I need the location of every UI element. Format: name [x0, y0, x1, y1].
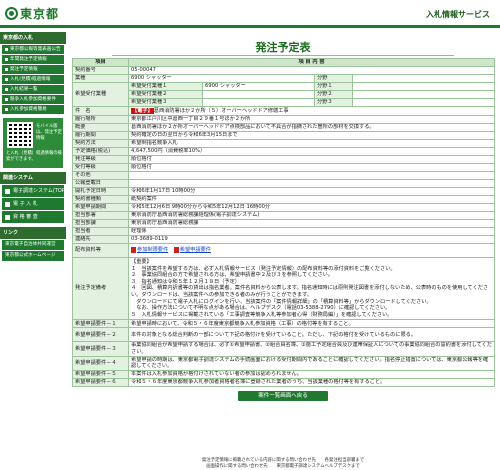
section-value: 東京消防庁葛西消防署総務課 [127, 219, 496, 228]
sidebar-item-order-plan[interactable]: 発注予定情報 [2, 65, 64, 74]
sidebar-item-simple-qualification[interactable]: 入札参加資格簡易 [2, 105, 64, 114]
title-divider [112, 55, 454, 56]
header-content: 項 目 内 容 [127, 58, 496, 67]
place-value: 東京都江戸川区中葛西一丁目２９番１号ほか２か所 [127, 115, 496, 124]
doc-type-value: 紙契約案件 [127, 195, 496, 204]
sidebar-item-qualification[interactable]: 競争入札参加資格要件 [2, 95, 64, 104]
apply-period-value: 令和5年12月6日 9時00分から令和5年12月12日 16時00分 [127, 203, 496, 212]
price-value: 4,647,500円（消費税率10%） [127, 147, 496, 156]
sidebar: 東京都の入札 東京都公報等発表画公告 年間発注予定情報 発注予定情報 入札(見積… [0, 28, 66, 470]
electronic-tag: 【電子】 [131, 107, 154, 115]
contract-number: 05-00047 [127, 66, 496, 75]
period-value: 契約確定の日の翌日から令和6年3月15日まで [127, 131, 496, 140]
req2-value: 本件の対象となる総合判断の一部について下記の格付けを受けていること。ただし、下記… [127, 327, 496, 343]
table-header: 項目 項 目 内 容 [72, 58, 496, 67]
phone-value: 03-3689-0119 [127, 235, 496, 244]
req3-value: 事業協同組合が希望申請する場合は、必ず①希望申請書、②組合員名簿、③施工予定組合… [127, 341, 496, 357]
back-to-list-button[interactable]: 案件一覧画面へ戻る [238, 390, 328, 401]
footer: 発注予定情報に掲載されている内容に関する問い合わせ先 各発注担当部署まで 画面操… [72, 458, 494, 469]
sidebar-item-annual-plan[interactable]: 年間発注予定情報 [2, 55, 64, 64]
req6-value: 令和５・６年度東京都競争入札参加者資格者名簿に登録された業者のうち、当該業種の格… [127, 377, 496, 387]
open-date-value: 令和6年1月17日 10時00分 [127, 187, 496, 196]
issuer-value: 順位格付 [127, 155, 496, 164]
qr-code-icon [7, 122, 33, 148]
mobile-info-box[interactable]: モバイル版は、発注予定情報 と入札（見積）経過情報の検索ができます。 [3, 118, 63, 168]
tokyo-emblem-icon [5, 6, 18, 20]
sidebar-item-bid-progress[interactable]: 入札(見積)経過情報 [2, 75, 64, 84]
sidebar-caption-systems: 関連システム [0, 172, 66, 184]
dept-value: 東京消防庁葛西消防署総務課経理係(電子調達システム) [127, 211, 496, 220]
file-link-restriction[interactable]: 参加制限要件 [131, 246, 172, 253]
arrow-icon [5, 201, 10, 207]
conditions-value: 【重要】 １ 当該案件を希望する方は、必ず入札情報サービス（発注予定情報）の配布… [127, 256, 496, 321]
tokyo-logo[interactable]: 東京都 [5, 5, 59, 21]
bullet-icon [5, 108, 8, 111]
bullet-icon [5, 98, 8, 101]
sidebar-link-tokyo-home[interactable]: 東京都公式ホームページ [2, 251, 64, 261]
page-title: 発注予定表 [255, 41, 311, 54]
logo-text: 東京都 [20, 6, 60, 21]
sidebar-item-public-notice[interactable]: 東京都公報等発表画公告 [2, 45, 64, 54]
mobile-side-text: モバイル版は、発注予定情報 [36, 124, 62, 141]
bullet-icon [5, 78, 8, 81]
sidebar-system-e-procurement[interactable]: 電子調達システム(TOP) [2, 185, 64, 197]
site-header: 東京都 入札情報サービス [0, 0, 500, 26]
sidebar-caption-links: リンク [0, 227, 66, 239]
req5-value: 本案件は入札参加資格が格付けされていない者の参加は認められません。 [127, 369, 496, 379]
sidebar-item-results[interactable]: 入札結果一覧 [2, 85, 64, 94]
jv-value [127, 171, 496, 180]
pdf-icon [173, 246, 179, 253]
bullet-icon [5, 88, 8, 91]
bullet-icon [5, 58, 8, 61]
footer-line-2: 画面操作に関する問い合わせ先 東京都電子調達システムヘルプデスクまで [206, 463, 360, 469]
project-name: 【電子】葛西消防署ほか２か所（５）オーバーヘッドドア修繕工事 [127, 106, 496, 116]
person-value: 経理係 [127, 227, 496, 236]
file-link-application[interactable]: 希望申請要件 [173, 246, 215, 253]
req4-value: 希望申請の時期は、東京都電子調達システムの手続画面における受付期間内であることに… [127, 355, 496, 371]
sidebar-caption-bidding: 東京都の入札 [0, 32, 66, 44]
mobile-text: と入札（見積）経過情報の検索ができます。 [6, 151, 62, 162]
accept-value: 順位格付 [127, 163, 496, 172]
bullet-icon [5, 68, 8, 71]
sidebar-system-qualification[interactable]: 資 格 審 査 [2, 211, 64, 223]
header-item: 項目 [72, 58, 129, 67]
files-cell: 参加制限要件 希望申請要件 [127, 243, 496, 258]
summary-value: 葛西消防署ほか２か所オーバーヘッドドア点検部品において不具合が指摘された箇所の部… [127, 123, 496, 132]
category-value: 6900 シャッター [128, 74, 315, 83]
arrow-icon [5, 214, 10, 220]
sidebar-link-egov[interactable]: 東京電子自治体共同運営 [2, 240, 64, 250]
site-title: 入札情報サービス [426, 10, 490, 19]
req1-value: 希望申請時において、令和５・６年度東京都競争入札参加資格（工事）の格付等を有する… [127, 319, 496, 329]
bunya-value [351, 74, 496, 83]
pdf-icon [131, 246, 136, 253]
order-plan-table: 項目 項 目 内 容 契約番号 05-00047 業種 6900 シャッター 分野 希… [72, 58, 496, 387]
arrow-icon [5, 188, 10, 194]
publicity-value [127, 179, 496, 188]
method-value: 希望制指名競争入札 [127, 139, 496, 148]
main-content: 発注予定表 項目 項 目 内 容 契約番号 05-00047 業種 6900 シャッ… [72, 28, 496, 401]
bullet-icon [5, 48, 8, 51]
sidebar-system-e-bidding[interactable]: 電 子 入 札 [2, 198, 64, 210]
